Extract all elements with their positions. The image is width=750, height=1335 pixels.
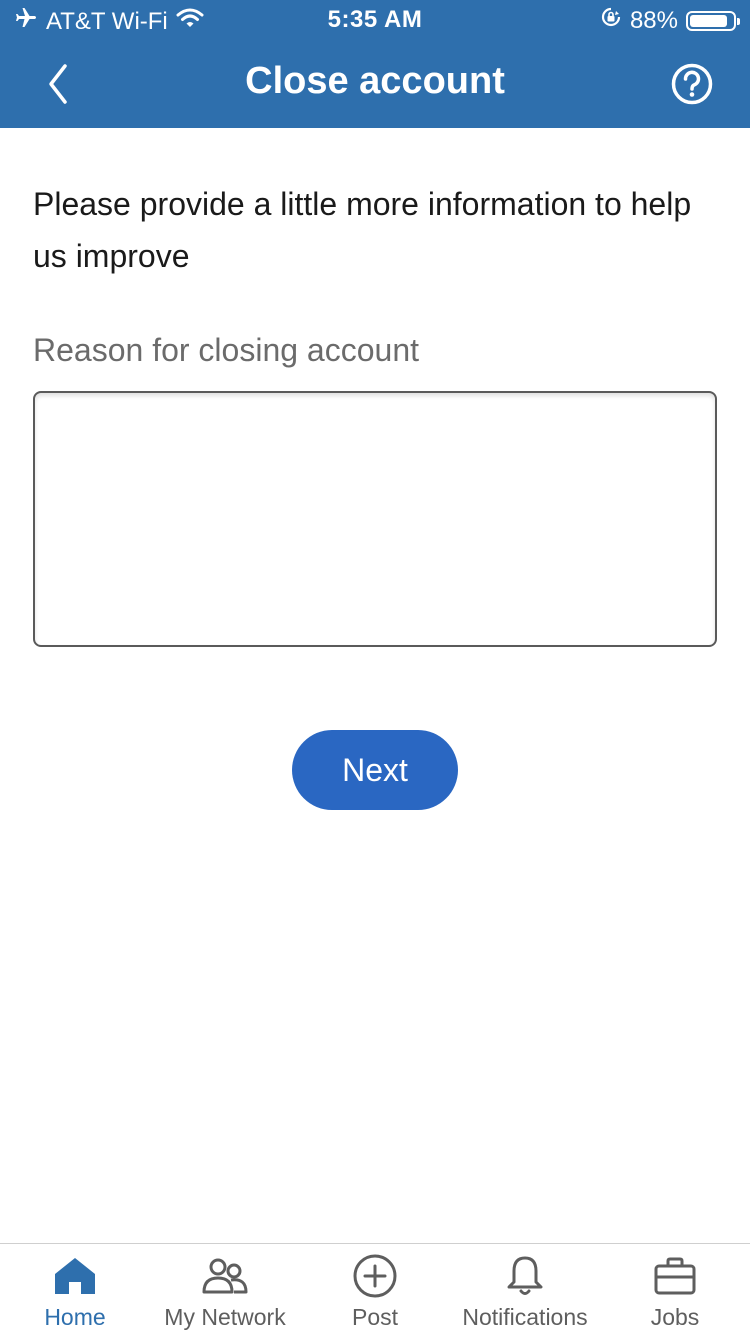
tab-home[interactable]: Home: [0, 1244, 150, 1335]
battery-tip: [737, 17, 740, 25]
battery-fill: [690, 14, 727, 27]
reason-label: Reason for closing account: [33, 332, 419, 368]
next-button[interactable]: Next: [292, 730, 458, 810]
tab-post[interactable]: Post: [300, 1244, 450, 1335]
question-circle-icon: [671, 63, 713, 105]
app-header: AT&T Wi-Fi 5:35 AM 88% Close account: [0, 0, 750, 128]
status-bar: AT&T Wi-Fi 5:35 AM 88%: [0, 0, 750, 40]
reason-textarea[interactable]: [33, 391, 717, 647]
page-title: Close account: [245, 60, 505, 102]
tab-notifications[interactable]: Notifications: [450, 1244, 600, 1335]
tab-label-jobs: Jobs: [650, 1304, 700, 1330]
plus-circle-icon: [300, 1252, 450, 1300]
tab-jobs[interactable]: Jobs: [600, 1244, 750, 1335]
briefcase-icon: [600, 1252, 750, 1300]
back-button[interactable]: [30, 56, 86, 112]
tab-label-my-network: My Network: [164, 1304, 286, 1330]
tab-label-post: Post: [351, 1304, 399, 1330]
orientation-lock-icon: [600, 6, 622, 35]
tab-label-home: Home: [44, 1304, 106, 1330]
tab-my-network[interactable]: My Network: [150, 1244, 300, 1335]
intro-text: Please provide a little more information…: [33, 186, 692, 274]
help-button[interactable]: [664, 56, 720, 112]
status-right: 88%: [600, 6, 740, 35]
people-icon: [150, 1252, 300, 1300]
bell-icon: [450, 1252, 600, 1300]
battery-icon: [686, 10, 740, 31]
battery-percent: 88%: [629, 6, 678, 34]
tab-label-notifications: Notifications: [462, 1304, 588, 1330]
bottom-tab-bar: Home My Network Post Notifications Jobs: [0, 1243, 750, 1334]
home-icon: [0, 1252, 150, 1300]
chevron-left-icon: [49, 64, 67, 104]
